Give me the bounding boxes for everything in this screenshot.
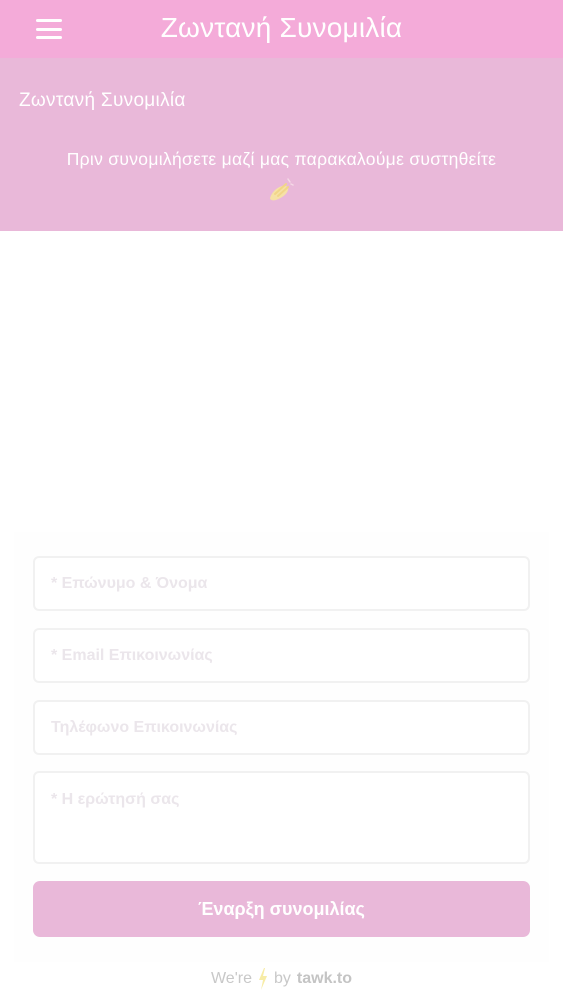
- chat-message-area: [0, 231, 563, 531]
- brand-link[interactable]: tawk.to: [297, 970, 352, 988]
- powered-by-footer[interactable]: We're by tawk.to: [0, 968, 563, 990]
- email-field[interactable]: [33, 628, 530, 683]
- footer-by: by: [273, 970, 291, 987]
- top-app-bar: Ζωντανή Συνομιλία: [0, 0, 563, 58]
- name-field[interactable]: [33, 556, 530, 611]
- chat-widget-title: Ζωντανή Συνομιλία: [19, 90, 186, 111]
- question-field[interactable]: [33, 771, 530, 864]
- page-title: Ζωντανή Συνομιλία: [160, 12, 403, 43]
- waving-hand-icon: [270, 178, 294, 201]
- phone-field[interactable]: [33, 700, 530, 755]
- footer-prefix: We're: [210, 970, 252, 987]
- lightning-bolt-icon: [258, 968, 267, 990]
- chat-welcome-message: Πριν συνομιλήσετε μαζί μας παρακαλούμε σ…: [66, 149, 497, 169]
- chat-widget-header: Ζωντανή Συνομιλία Πριν συνομιλήσετε μαζί…: [0, 58, 563, 231]
- start-chat-button[interactable]: Έναρξη συνομιλίας: [33, 881, 530, 937]
